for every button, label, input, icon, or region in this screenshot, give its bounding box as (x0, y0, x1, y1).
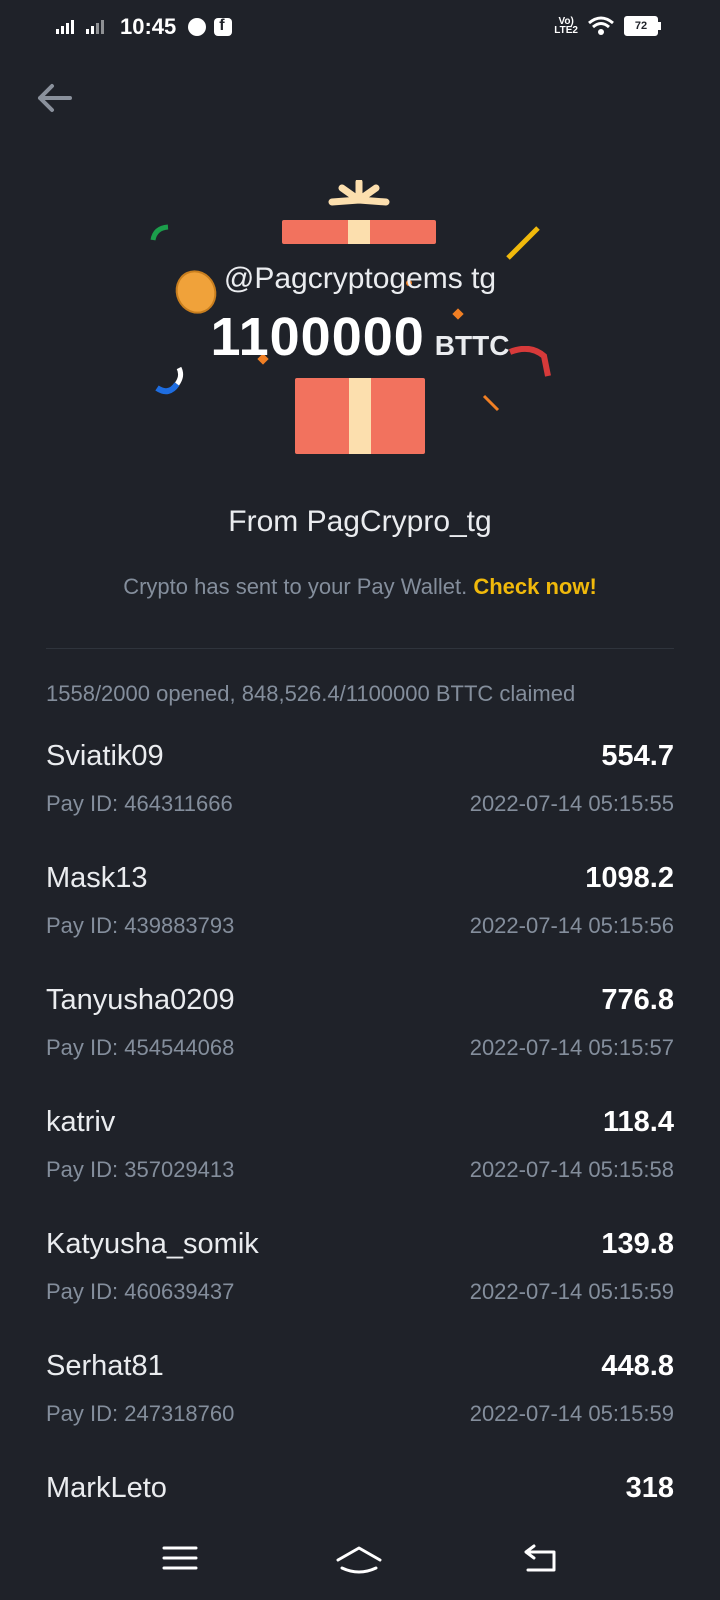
list-item: Sviatik09 554.7 Pay ID: 464311666 2022-0… (46, 740, 674, 862)
claims-list: Sviatik09 554.7 Pay ID: 464311666 2022-0… (46, 740, 674, 1594)
list-item: Katyusha_somik 139.8 Pay ID: 460639437 2… (46, 1228, 674, 1350)
claimer-name: Tanyusha0209 (46, 984, 235, 1016)
check-now-link[interactable]: Check now! (473, 574, 596, 599)
pay-id: Pay ID: 464311666 (46, 791, 233, 816)
claimer-name: Sviatik09 (46, 740, 164, 772)
home-icon[interactable] (334, 1540, 384, 1576)
pay-id: Pay ID: 357029413 (46, 1157, 235, 1182)
confetti-yellow (506, 226, 540, 260)
claim-amount: 448.8 (601, 1350, 674, 1382)
status-time: 10:45 (120, 14, 177, 39)
list-item: katriv 118.4 Pay ID: 357029413 2022-07-1… (46, 1106, 674, 1228)
claim-time: 2022-07-14 05:15:58 (469, 1157, 674, 1182)
amount-value: 1100000 (210, 307, 425, 367)
pay-id: Pay ID: 460639437 (46, 1279, 235, 1304)
claimer-name: Mask13 (46, 862, 148, 894)
status-bar-right: Vo) LTE2 72 (554, 16, 661, 36)
system-nav-bar (0, 1520, 720, 1600)
claimer-name: Serhat81 (46, 1350, 164, 1382)
red-packet-hero: @Pagcryptogems tg 1100000 BTTC (0, 170, 720, 470)
claim-amount: 139.8 (601, 1228, 674, 1260)
menu-icon[interactable] (160, 1540, 200, 1576)
pay-id: Pay ID: 454544068 (46, 1035, 235, 1060)
pay-id: Pay ID: 439883793 (46, 913, 235, 938)
wallet-notice: Crypto has sent to your Pay Wallet. Chec… (0, 574, 720, 600)
gift-amount: 1100000 BTTC (0, 306, 720, 368)
signal-1-icon (56, 20, 74, 34)
claim-amount: 554.7 (601, 740, 674, 772)
claim-time: 2022-07-14 05:15:59 (469, 1401, 674, 1426)
claim-time: 2022-07-14 05:15:56 (469, 913, 674, 938)
gift-bow-icon (328, 180, 390, 206)
list-item: Tanyusha0209 776.8 Pay ID: 454544068 202… (46, 984, 674, 1106)
claimer-name: MarkLeto (46, 1472, 167, 1504)
list-item: Serhat81 448.8 Pay ID: 247318760 2022-07… (46, 1350, 674, 1472)
claim-time: 2022-07-14 05:15:57 (469, 1035, 674, 1060)
claim-summary: 1558/2000 opened, 848,526.4/1100000 BTTC… (46, 681, 576, 706)
from-line: From PagCrypro_tg (228, 505, 492, 538)
status-bar: 10:45 Vo)LTE2 72 (0, 0, 720, 60)
list-item: Mask13 1098.2 Pay ID: 439883793 2022-07-… (46, 862, 674, 984)
divider (46, 648, 674, 649)
gift-lid (282, 220, 436, 244)
claimer-name: Katyusha_somik (46, 1228, 259, 1260)
confetti-green (150, 224, 169, 241)
claimer-name: katriv (46, 1106, 116, 1138)
speed-icon (188, 18, 207, 36)
status-bar-left: 10:45 (56, 14, 233, 40)
claim-amount: 776.8 (601, 984, 674, 1016)
pay-id: Pay ID: 247318760 (46, 1401, 235, 1426)
claim-amount: 1098.2 (585, 862, 674, 894)
signal-2-icon (86, 20, 104, 34)
facebook-icon (214, 17, 233, 36)
network-type: Vo) LTE2 (554, 16, 578, 36)
claim-time: 2022-07-14 05:15:55 (469, 791, 674, 816)
amount-asset: BTTC (434, 330, 510, 361)
battery-icon: 72 (624, 16, 661, 36)
claim-amount: 118.4 (603, 1106, 674, 1138)
confetti-orange-3 (482, 394, 500, 412)
return-icon[interactable] (520, 1540, 560, 1576)
gift-box (295, 378, 425, 454)
claim-time: 2022-07-14 05:15:59 (469, 1279, 674, 1304)
wifi-icon (588, 16, 614, 35)
sender-tag: @Pagcryptogems tg (223, 262, 497, 295)
back-arrow-icon[interactable] (30, 78, 80, 118)
notice-text: Crypto has sent to your Pay Wallet. (123, 574, 468, 599)
claim-amount: 318 (625, 1472, 674, 1504)
